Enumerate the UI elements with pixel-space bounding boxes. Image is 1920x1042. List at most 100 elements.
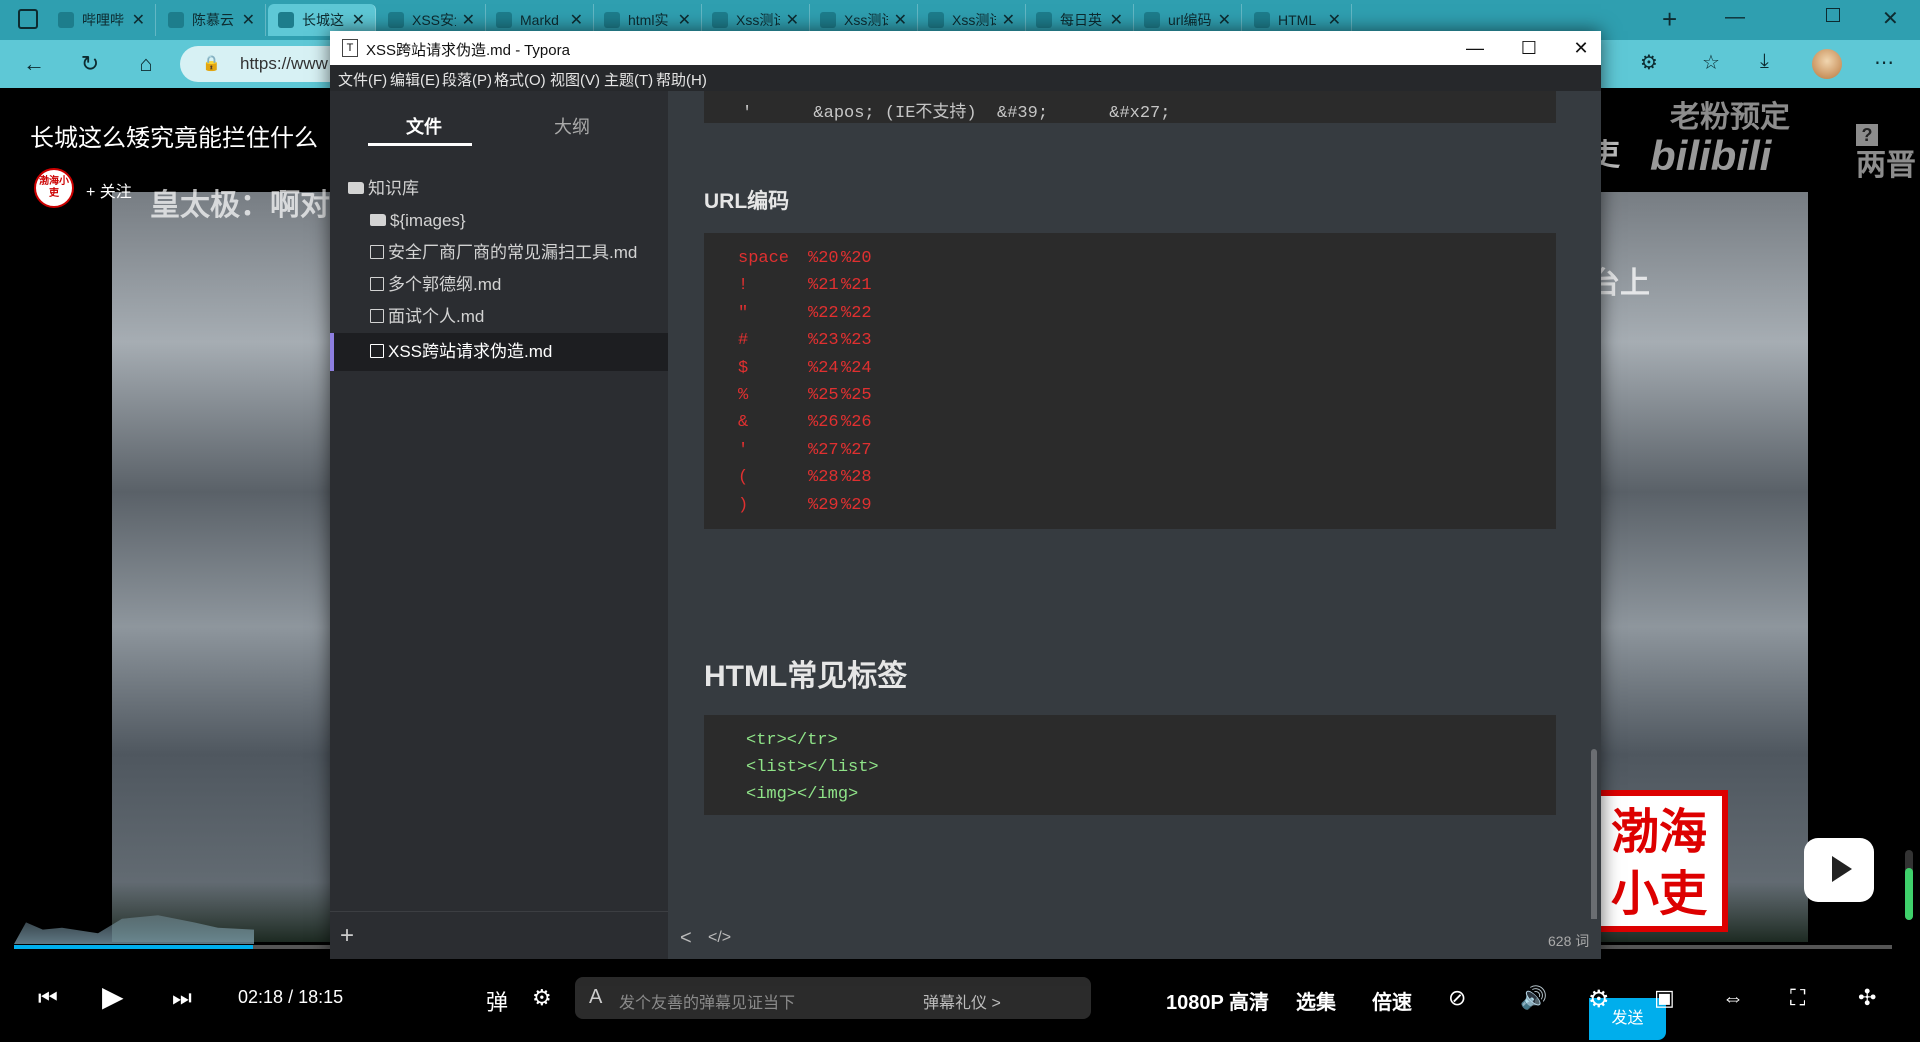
bilibili-logo: bilibili (1650, 132, 1772, 179)
url-input[interactable]: 🔒 https://www (180, 46, 350, 82)
typora-maximize-icon[interactable]: ☐ (1506, 35, 1552, 61)
sidebar-tab-files[interactable]: 文件 (406, 113, 442, 139)
volume-level[interactable] (1905, 850, 1913, 920)
tab-close-icon[interactable]: ✕ (242, 10, 255, 30)
url-encoding-char: % (738, 386, 749, 405)
code-block-html-tags[interactable]: <tr></tr> <list></list> <img></img> (704, 715, 1556, 815)
browser-tab[interactable]: 哔哩哔 ✕ (48, 4, 156, 36)
back-arrow-icon[interactable]: ← (20, 50, 48, 78)
tab-close-icon[interactable]: ✕ (786, 10, 799, 30)
danmaku-toggle-icon[interactable]: 弹 (486, 985, 508, 1017)
toggle-sidebar-button[interactable]: < (680, 927, 692, 950)
code-block-url-encoding[interactable]: space %20 %20! %21 %21 " %22 %22 # %23 %23 $ %24 %24%… (704, 233, 1556, 529)
speed-button[interactable]: 倍速 (1372, 986, 1412, 1015)
menu-edit[interactable]: 编辑(E) (390, 69, 440, 90)
tab-close-icon[interactable]: ✕ (352, 10, 365, 30)
url-encoding-code: %27 (808, 440, 839, 460)
code-line: <tr></tr> (746, 731, 838, 750)
typora-status-bar: < </> 628 词 (668, 919, 1601, 959)
settings-gear-icon[interactable]: ⚙ (1588, 985, 1610, 1014)
tab-actions-icon[interactable] (18, 9, 38, 29)
new-tab-button[interactable]: + (1662, 4, 1677, 35)
menu-file[interactable]: 文件(F) (338, 69, 387, 90)
menu-theme[interactable]: 主题(T) (604, 69, 653, 90)
menu-format[interactable]: 格式(O) (494, 69, 546, 90)
tab-close-icon[interactable]: ✕ (462, 10, 475, 30)
current-time: 02:18 (238, 987, 284, 1007)
tab-close-icon[interactable]: ✕ (1002, 10, 1015, 30)
tab-label: Xss测试 (844, 12, 888, 28)
url-encoding-code: %20 (841, 249, 872, 268)
home-icon[interactable]: ⌂ (132, 50, 160, 78)
tab-close-icon[interactable]: ✕ (1218, 10, 1231, 30)
lock-icon: 🔒 (202, 55, 221, 72)
danmaku-settings-icon[interactable]: ⚙ (532, 985, 552, 1011)
tab-close-icon[interactable]: ✕ (894, 10, 907, 30)
typora-minimize-icon[interactable]: — (1452, 35, 1498, 61)
tree-file-interview[interactable]: 面试个人.md (330, 298, 668, 336)
tab-favicon-icon (168, 12, 184, 28)
quality-button[interactable]: 1080P 高清 (1166, 986, 1269, 1015)
tab-label: Xss测试 (736, 12, 780, 28)
more-menu-icon[interactable]: ⋯ (1874, 50, 1894, 75)
subtitle-off-icon[interactable]: ⊘ (1448, 985, 1466, 1011)
danmaku-style-icon[interactable]: A (589, 986, 602, 1009)
extensions-icon[interactable]: ⚙ (1640, 50, 1658, 75)
duration: 18:15 (298, 987, 344, 1007)
fullscreen-icon[interactable]: ✣ (1858, 985, 1876, 1011)
tree-file-xss-selected[interactable]: XSS跨站请求伪造.md (330, 333, 668, 371)
source-mode-button[interactable]: </> (708, 929, 731, 947)
downloads-icon[interactable]: ⤓ (1760, 50, 1769, 73)
tab-label: 每日英 (1060, 12, 1102, 28)
tree-label: 知识库 (368, 179, 419, 198)
code-line: <img></img> (746, 785, 859, 804)
picture-in-picture-icon[interactable]: ▣ (1654, 985, 1675, 1011)
url-text: https://www (240, 54, 328, 73)
previous-icon[interactable]: ⏮ (38, 985, 58, 1011)
close-browser-icon[interactable]: ✕ (1882, 6, 1899, 31)
refresh-icon[interactable]: ↻ (76, 50, 104, 78)
tab-close-icon[interactable]: ✕ (1110, 10, 1123, 30)
browser-tab[interactable]: 陈慕云 ✕ (158, 4, 266, 36)
play-icon[interactable]: ▶ (102, 980, 124, 1013)
typora-close-icon[interactable]: ✕ (1558, 35, 1604, 61)
typora-editor[interactable]: ' &apos; (IE不支持) &#39; &#x27; URL编码 spac… (668, 91, 1601, 959)
minimize-browser-icon[interactable]: — (1725, 6, 1745, 29)
channel-seal: 渤海 小吏 (1590, 790, 1728, 932)
tab-favicon-icon (1254, 12, 1270, 28)
next-icon[interactable]: ⏭ (172, 985, 192, 1011)
sidebar-tab-outline[interactable]: 大纲 (554, 113, 590, 139)
danmaku-etiquette-link[interactable]: 弹幕礼仪 > (923, 989, 1001, 1013)
tab-favicon-icon (712, 12, 728, 28)
add-file-button[interactable]: + (340, 922, 354, 950)
url-encoding-code: %23 (808, 331, 839, 351)
tab-close-icon[interactable]: ✕ (678, 10, 691, 30)
tab-close-icon[interactable]: ✕ (570, 10, 583, 30)
episodes-button[interactable]: 选集 (1296, 986, 1336, 1015)
tree-label: 安全厂商厂商的常见漏扫工具.md (388, 243, 638, 262)
menu-help[interactable]: 帮助(H) (656, 69, 707, 90)
web-fullscreen-icon[interactable]: ⛶ (1790, 985, 1805, 1011)
url-encoding-char: # (738, 331, 749, 351)
tv-play-icon[interactable] (1804, 838, 1874, 902)
tab-label: Xss测试 (952, 12, 996, 28)
file-icon (370, 277, 384, 291)
follow-button[interactable]: + 关注 (86, 178, 132, 202)
profile-avatar[interactable] (1812, 49, 1842, 79)
tab-close-icon[interactable]: ✕ (1328, 10, 1341, 30)
favorites-icon[interactable]: ☆ (1702, 50, 1720, 75)
url-encoding-code: %24 (808, 358, 839, 378)
tab-favicon-icon (604, 12, 620, 28)
menu-view[interactable]: 视图(V) (550, 69, 600, 90)
volume-icon[interactable]: 🔊 (1520, 985, 1547, 1011)
tab-close-icon[interactable]: ✕ (132, 10, 145, 30)
tab-favicon-icon (278, 12, 294, 28)
uploader-avatar[interactable]: 渤海小吏 (34, 168, 74, 208)
editor-scrollbar[interactable] (1591, 749, 1597, 939)
menu-paragraph[interactable]: 段落(P) (442, 69, 492, 90)
restore-browser-icon[interactable] (1826, 8, 1840, 22)
code-block-entities[interactable]: ' &apos; (IE不支持) &#39; &#x27; (704, 91, 1556, 123)
url-encoding-code: %28 (841, 468, 872, 488)
danmaku-input[interactable]: A 发个友善的弹幕见证当下 弹幕礼仪 > 发送 (575, 977, 1666, 1040)
widescreen-icon[interactable]: ⇔ (1722, 985, 1744, 1011)
